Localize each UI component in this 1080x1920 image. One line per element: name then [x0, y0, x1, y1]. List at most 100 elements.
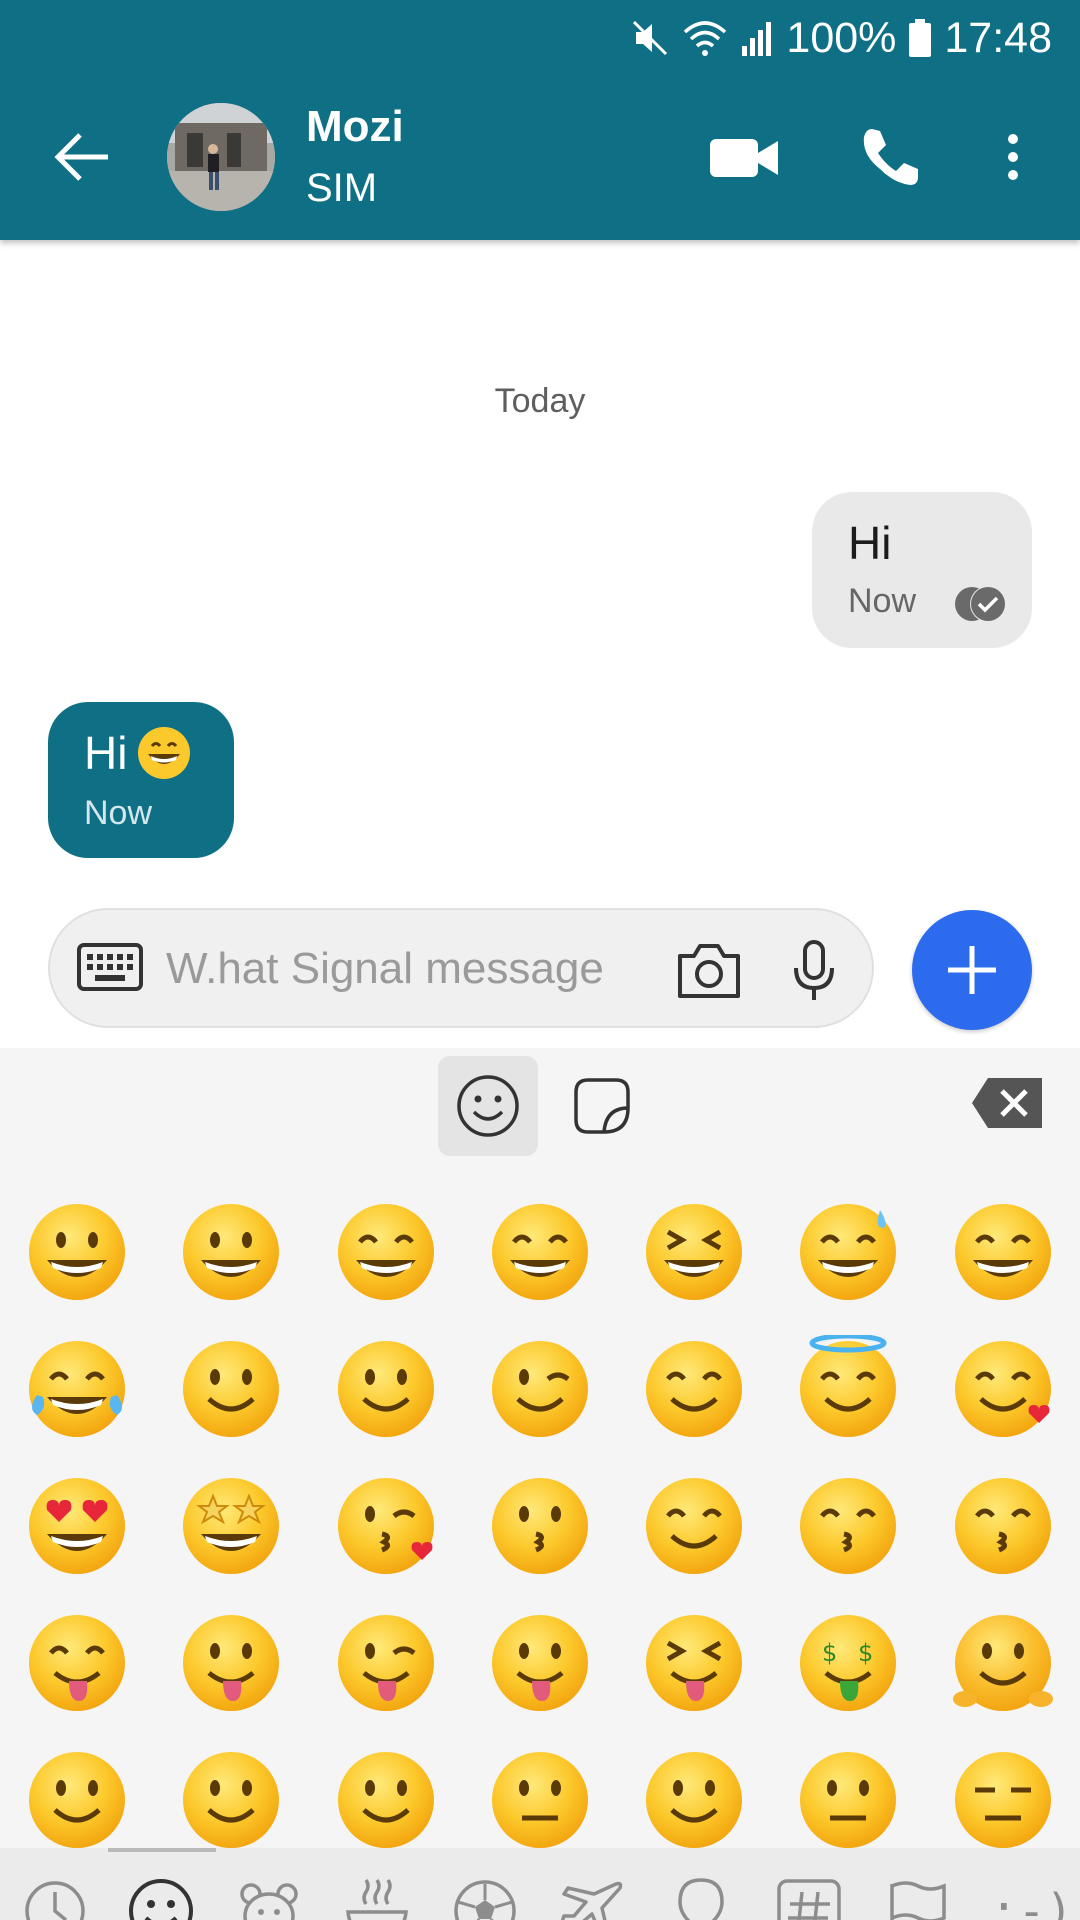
emoji-kissing-closed-eyes[interactable]: [771, 1457, 925, 1594]
emoji-slightly-smiling[interactable]: [154, 1320, 308, 1457]
emoji-halo[interactable]: [771, 1320, 925, 1457]
attach-button[interactable]: [912, 910, 1032, 1030]
avatar[interactable]: [167, 103, 275, 211]
category-animals[interactable]: [234, 1876, 304, 1920]
battery-percent: 100%: [786, 13, 897, 62]
travel-icon: [560, 1881, 623, 1920]
emoji-row: [0, 1320, 1080, 1457]
emoji-upside-down[interactable]: [309, 1320, 463, 1457]
category-activity[interactable]: [450, 1876, 520, 1920]
emoji-grid: $ $: [0, 1183, 1080, 1848]
money-mouth-icon: $ $: [800, 1614, 897, 1711]
symbols-icon: [777, 1879, 841, 1920]
status-bar: 100% 17:48: [630, 12, 1052, 64]
grinning-smiling-eyes-icon: [337, 1203, 434, 1300]
svg-text:$: $: [822, 1639, 837, 1667]
emoji-kissing[interactable]: [463, 1457, 617, 1594]
phone-icon[interactable]: [858, 125, 922, 189]
contact-name[interactable]: Mozi: [306, 102, 404, 152]
thinking-icon: [337, 1751, 434, 1848]
emoji-hand-over-mouth[interactable]: [0, 1731, 154, 1848]
emoji-grinning-sweat[interactable]: [771, 1183, 925, 1320]
emoji-zipper-mouth[interactable]: [463, 1731, 617, 1848]
objects-icon: [678, 1878, 724, 1920]
emoji-heart-eyes[interactable]: [0, 1457, 154, 1594]
video-call-icon[interactable]: [708, 125, 780, 189]
neutral-icon: [800, 1751, 897, 1848]
emoji-winking[interactable]: [463, 1320, 617, 1457]
emoji-neutral[interactable]: [771, 1731, 925, 1848]
message-text: Hi: [84, 727, 128, 779]
emoji-beaming[interactable]: [463, 1183, 617, 1320]
emoji-face-blowing-kiss[interactable]: [309, 1457, 463, 1594]
kissing-icon: [491, 1477, 588, 1574]
emoji-grinning-smiling-eyes[interactable]: [309, 1183, 463, 1320]
emoji-star-struck[interactable]: [154, 1457, 308, 1594]
emoji-zany[interactable]: [463, 1594, 617, 1731]
heart-eyes-icon: [29, 1477, 126, 1574]
keyboard-icon[interactable]: [76, 942, 144, 994]
category-flags[interactable]: [882, 1876, 952, 1920]
activity-icon: [454, 1880, 516, 1920]
message-input[interactable]: [166, 938, 706, 1000]
sticker-icon: [574, 1078, 630, 1134]
emoji-savoring-food[interactable]: [0, 1594, 154, 1731]
tears-of-joy-icon: [29, 1340, 126, 1437]
signal-icon: [742, 22, 772, 56]
emoji-grinning[interactable]: [0, 1183, 154, 1320]
emoji-money-mouth[interactable]: $ $: [771, 1594, 925, 1731]
rolling-on-floor-laughing-icon: [954, 1203, 1051, 1300]
emoji-smiling-eyes[interactable]: [617, 1320, 771, 1457]
animals-icon: [240, 1883, 298, 1920]
emoji-squinting-tongue[interactable]: [617, 1594, 771, 1731]
squinting-tongue-icon: [646, 1614, 743, 1711]
microphone-icon[interactable]: [788, 940, 840, 1004]
emoji-squinting[interactable]: [617, 1183, 771, 1320]
tongue-icon: [183, 1614, 280, 1711]
grinning-big-eyes-icon: [183, 1203, 280, 1300]
emoji-grinning-big-eyes[interactable]: [154, 1183, 308, 1320]
emoji-smiling[interactable]: [617, 1457, 771, 1594]
beaming-icon: [491, 1203, 588, 1300]
category-smileys[interactable]: [126, 1876, 196, 1920]
more-vert-icon[interactable]: [998, 125, 1028, 189]
category-recents[interactable]: [20, 1876, 90, 1920]
category-objects[interactable]: [666, 1876, 736, 1920]
mute-icon: [633, 20, 668, 56]
emoji-raised-eyebrow[interactable]: [617, 1731, 771, 1848]
emoji-hugging[interactable]: [926, 1594, 1080, 1731]
plus-icon: [948, 946, 996, 994]
star-struck-icon: [183, 1477, 280, 1574]
message-composer: [48, 908, 874, 1028]
kissing-smiling-eyes-icon: [954, 1477, 1051, 1574]
arrow-left-icon[interactable]: [50, 125, 114, 189]
clock: 17:48: [944, 13, 1052, 62]
delivered-icon: [955, 586, 1006, 622]
zipper-mouth-icon: [491, 1751, 588, 1848]
tab-emoji[interactable]: [438, 1056, 538, 1156]
camera-icon[interactable]: [674, 940, 744, 1000]
emoji-tongue[interactable]: [154, 1594, 308, 1731]
category-emoticons[interactable]: :-): [990, 1884, 1073, 1920]
emoji-shushing[interactable]: [154, 1731, 308, 1848]
food-icon: [346, 1879, 408, 1920]
category-travel[interactable]: [558, 1876, 628, 1920]
hugging-icon: [952, 1614, 1053, 1711]
shushing-icon: [183, 1751, 280, 1848]
smiley-icon: [457, 1075, 519, 1137]
emoji-thinking[interactable]: [309, 1731, 463, 1848]
category-food[interactable]: [342, 1876, 412, 1920]
emoji-winking-tongue[interactable]: [309, 1594, 463, 1731]
tab-stickers[interactable]: [552, 1056, 652, 1156]
emoji-rolling-on-floor-laughing[interactable]: [926, 1183, 1080, 1320]
emoji-smiling-with-hearts[interactable]: [926, 1320, 1080, 1457]
emoji-kissing-smiling-eyes[interactable]: [926, 1457, 1080, 1594]
backspace-icon[interactable]: [970, 1076, 1044, 1130]
emoji-expressionless[interactable]: [926, 1731, 1080, 1848]
grinning-sweat-icon: [800, 1203, 897, 1300]
message-bubble-outgoing[interactable]: Hi Now: [812, 492, 1032, 648]
message-bubble-incoming[interactable]: Hi Now: [48, 702, 234, 858]
emoji-tears-of-joy[interactable]: [0, 1320, 154, 1457]
emoji-category-bar: :-): [0, 1848, 1080, 1920]
category-symbols[interactable]: [774, 1876, 844, 1920]
